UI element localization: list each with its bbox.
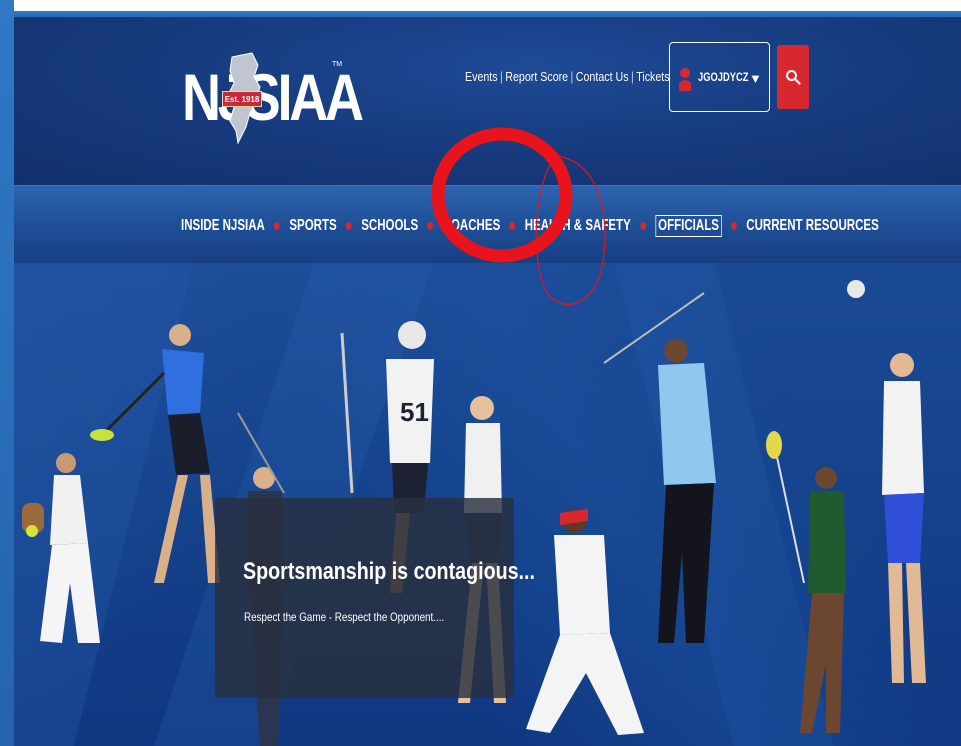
utility-separator: | bbox=[630, 69, 634, 84]
volleyball-player-figure bbox=[847, 280, 926, 683]
baseball-player-figure bbox=[526, 509, 644, 735]
hero-caption-card[interactable]: Sportsmanship is contagious... Respect t… bbox=[215, 498, 535, 698]
window-left-frame bbox=[0, 0, 14, 746]
utility-separator: | bbox=[570, 69, 574, 84]
utility-link-report-score[interactable]: Report Score bbox=[505, 69, 568, 84]
username-label: JGOJDYCZ bbox=[698, 70, 749, 84]
nav-item-officials[interactable]: OFFICIALS bbox=[655, 215, 722, 237]
user-icon bbox=[679, 68, 691, 91]
utility-links: Events | Report Score | Contact Us | Tickets bbox=[465, 69, 670, 84]
nav-separator-dot bbox=[640, 222, 646, 230]
browser-top-strip bbox=[14, 0, 961, 14]
nav-separator-dot bbox=[274, 222, 280, 230]
main-navigation: INSIDE NJSIAA SPORTS SCHOOLS COACHES HEALTH … bbox=[14, 185, 961, 263]
logo-est-badge: Est. 1918 bbox=[222, 91, 262, 107]
njsiaa-site: NJSIAA Est. 1918 TM Events | Report Score |… bbox=[14, 17, 961, 746]
logo-wordmark: NJSIAA bbox=[182, 60, 364, 134]
logo-trademark: TM bbox=[332, 61, 343, 68]
nav-separator-dot bbox=[427, 222, 434, 230]
site-header: NJSIAA Est. 1918 TM Events | Report Score |… bbox=[14, 17, 961, 185]
utility-link-tickets[interactable]: Tickets bbox=[636, 69, 669, 84]
nav-item-health-safety[interactable]: HEALTH & SAFETY bbox=[525, 217, 631, 235]
search-button[interactable] bbox=[777, 45, 809, 109]
nav-item-sports[interactable]: SPORTS bbox=[289, 217, 336, 235]
nav-item-inside-njsiaa[interactable]: INSIDE NJSIAA bbox=[181, 217, 265, 235]
hero-banner: 51 Sportsmanship is contagious... Respec… bbox=[14, 263, 961, 746]
nav-separator-dot bbox=[509, 222, 516, 230]
nav-separator-dot bbox=[346, 222, 352, 230]
chevron-down-icon: ▼ bbox=[749, 71, 762, 86]
njsiaa-logo[interactable]: NJSIAA Est. 1918 TM bbox=[182, 51, 364, 151]
svg-text:51: 51 bbox=[400, 397, 429, 427]
utility-link-contact-us[interactable]: Contact Us bbox=[576, 69, 629, 84]
nav-item-schools[interactable]: SCHOOLS bbox=[361, 217, 418, 235]
nav-separator-dot bbox=[731, 222, 737, 230]
utility-separator: | bbox=[500, 69, 503, 84]
search-icon bbox=[786, 70, 801, 85]
user-account-menu[interactable]: JGOJDYCZ ▼ bbox=[669, 42, 770, 112]
utility-link-events[interactable]: Events bbox=[465, 69, 498, 84]
nav-item-coaches[interactable]: COACHES bbox=[443, 217, 501, 235]
hero-title: Sportsmanship is contagious... bbox=[243, 558, 535, 585]
hero-subtitle: Respect the Game - Respect the Opponent.… bbox=[244, 610, 445, 624]
nav-item-current-resources[interactable]: CURRENT RESOURCES bbox=[746, 217, 878, 235]
